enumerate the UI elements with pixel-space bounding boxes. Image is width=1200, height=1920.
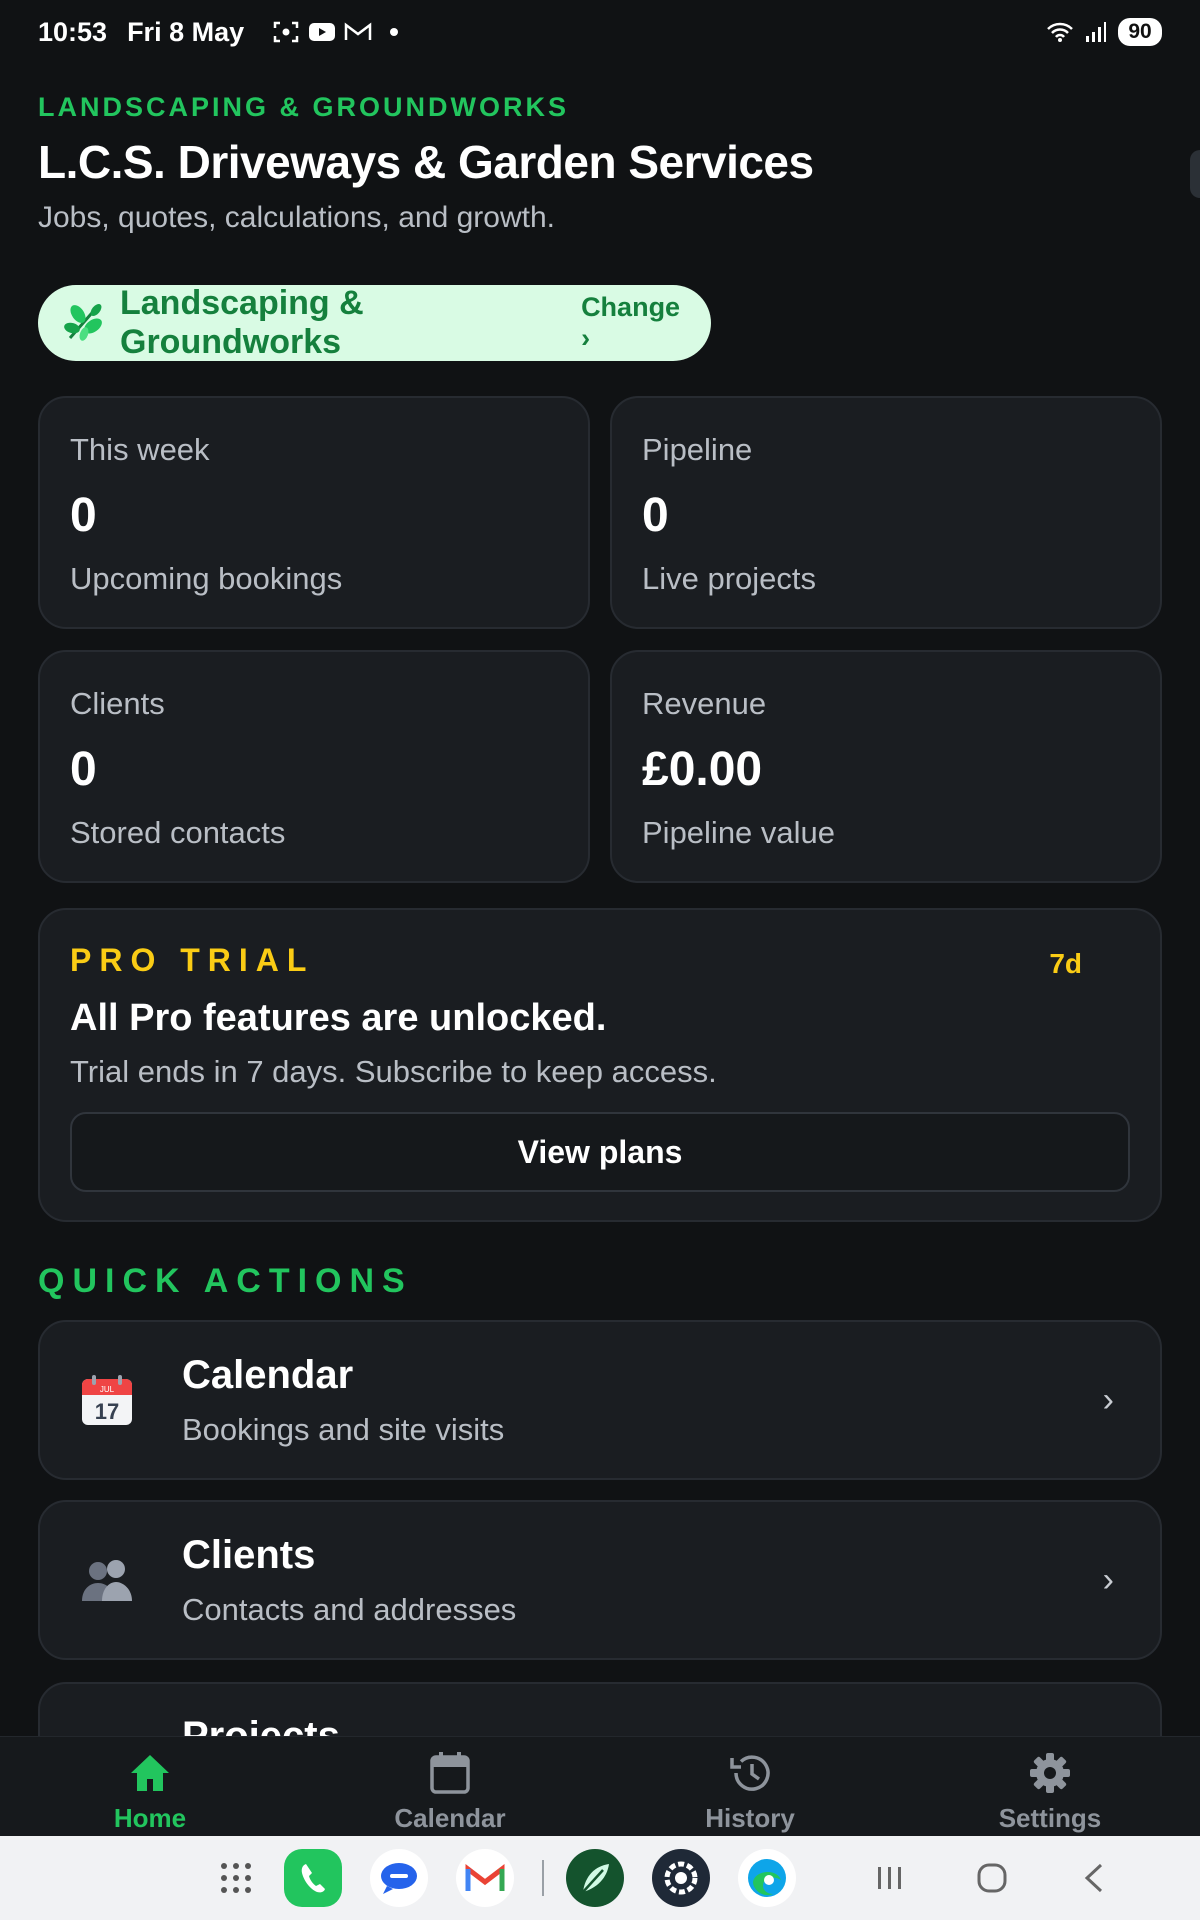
youtube-icon xyxy=(308,21,336,43)
home-icon xyxy=(128,1751,172,1795)
quick-action-calendar[interactable]: JUL 17 Calendar Bookings and site visits… xyxy=(38,1320,1162,1480)
dock-separator xyxy=(542,1860,544,1896)
gear-icon xyxy=(1028,1751,1072,1795)
status-bar: 10:53 Fri 8 May 90 xyxy=(0,0,1200,64)
status-date: Fri 8 May xyxy=(127,16,245,47)
stat-caption: Upcoming bookings xyxy=(70,561,343,596)
calendar-icon-day: 17 xyxy=(95,1399,119,1424)
trial-title: All Pro features are unlocked. xyxy=(70,997,607,1039)
calendar-17-icon: JUL 17 xyxy=(80,1373,134,1427)
action-title: Clients xyxy=(182,1532,316,1577)
stat-caption: Live projects xyxy=(642,561,817,596)
settings-app-icon[interactable] xyxy=(652,1849,710,1907)
screenshot-icon xyxy=(272,21,300,43)
page-header: LANDSCAPING & GROUNDWORKS L.C.S. Drivewa… xyxy=(38,92,1162,235)
system-dock xyxy=(0,1836,1200,1920)
stat-value: £0.00 xyxy=(642,743,763,796)
wifi-icon xyxy=(1046,21,1074,43)
stat-card-clients[interactable]: Clients 0 Stored contacts xyxy=(38,650,590,883)
action-subtitle: Bookings and site visits xyxy=(182,1411,505,1447)
nav-label: Home xyxy=(113,1803,187,1833)
calendar-icon xyxy=(428,1751,472,1795)
stat-card-revenue[interactable]: Revenue £0.00 Pipeline value xyxy=(610,650,1162,883)
trial-tag: PRO TRIAL xyxy=(70,942,315,978)
change-trade-link[interactable]: Change › xyxy=(581,292,689,354)
quick-actions-heading: QUICK ACTIONS xyxy=(38,1262,413,1300)
trial-days-badge: 7d xyxy=(1049,948,1082,979)
nav-settings[interactable]: Settings xyxy=(900,1737,1200,1836)
edge-panel-handle[interactable] xyxy=(1190,150,1200,198)
status-time: 10:53 xyxy=(38,16,108,47)
app-drawer-icon[interactable] xyxy=(216,1849,256,1907)
nav-calendar[interactable]: Calendar xyxy=(300,1737,600,1836)
gmail-status-icon xyxy=(344,21,372,43)
recent-apps-button[interactable] xyxy=(870,1858,910,1898)
stat-label: Pipeline xyxy=(642,432,753,467)
stat-card-this-week[interactable]: This week 0 Upcoming bookings xyxy=(38,396,590,629)
nav-label: History xyxy=(705,1803,795,1833)
phone-app-icon[interactable] xyxy=(284,1849,342,1907)
leaf-icon xyxy=(60,298,108,349)
stat-value: 0 xyxy=(642,489,669,542)
stat-card-pipeline[interactable]: Pipeline 0 Live projects xyxy=(610,396,1162,629)
stat-value: 0 xyxy=(70,489,97,542)
trade-label: Landscaping & Groundworks xyxy=(120,284,364,361)
stat-caption: Pipeline value xyxy=(642,815,836,850)
page-subtitle: Jobs, quotes, calculations, and growth. xyxy=(38,201,555,234)
stat-value: 0 xyxy=(70,743,97,796)
pro-trial-card: PRO TRIAL 7d All Pro features are unlock… xyxy=(38,908,1162,1222)
view-plans-button[interactable]: View plans xyxy=(70,1112,1130,1192)
stat-label: This week xyxy=(70,432,210,467)
trial-subtitle: Trial ends in 7 days. Subscribe to keep … xyxy=(70,1054,717,1089)
chevron-right-icon: › xyxy=(1102,1560,1114,1599)
home-button[interactable] xyxy=(972,1858,1012,1898)
people-icon xyxy=(80,1553,134,1607)
messages-app-icon[interactable] xyxy=(370,1849,428,1907)
page-title: L.C.S. Driveways & Garden Services xyxy=(38,136,814,188)
notification-dot-icon xyxy=(390,28,399,36)
nav-label: Calendar xyxy=(394,1803,506,1833)
signal-icon xyxy=(1082,21,1110,43)
category-label: LANDSCAPING & GROUNDWORKS xyxy=(38,92,569,122)
landscaping-app-icon[interactable] xyxy=(566,1849,624,1907)
bottom-navigation: Home Calendar History Settings xyxy=(0,1736,1200,1836)
battery-indicator: 90 xyxy=(1118,18,1162,46)
calendar-icon-month: JUL xyxy=(100,1385,115,1394)
quick-action-clients[interactable]: Clients Contacts and addresses › xyxy=(38,1500,1162,1660)
nav-home[interactable]: Home xyxy=(0,1737,300,1836)
action-subtitle: Contacts and addresses xyxy=(182,1591,517,1627)
nav-history[interactable]: History xyxy=(600,1737,900,1836)
history-icon xyxy=(728,1751,772,1795)
back-button[interactable] xyxy=(1074,1858,1114,1898)
nav-label: Settings xyxy=(998,1803,1102,1833)
edge-browser-icon[interactable] xyxy=(738,1849,796,1907)
stat-label: Clients xyxy=(70,686,165,721)
action-title: Calendar xyxy=(182,1352,354,1397)
stat-label: Revenue xyxy=(642,686,767,721)
trade-selector-pill[interactable]: Landscaping & Groundworks Change › xyxy=(38,284,711,361)
gmail-app-icon[interactable] xyxy=(456,1849,514,1907)
chevron-right-icon: › xyxy=(1102,1380,1114,1419)
stat-caption: Stored contacts xyxy=(70,815,286,850)
